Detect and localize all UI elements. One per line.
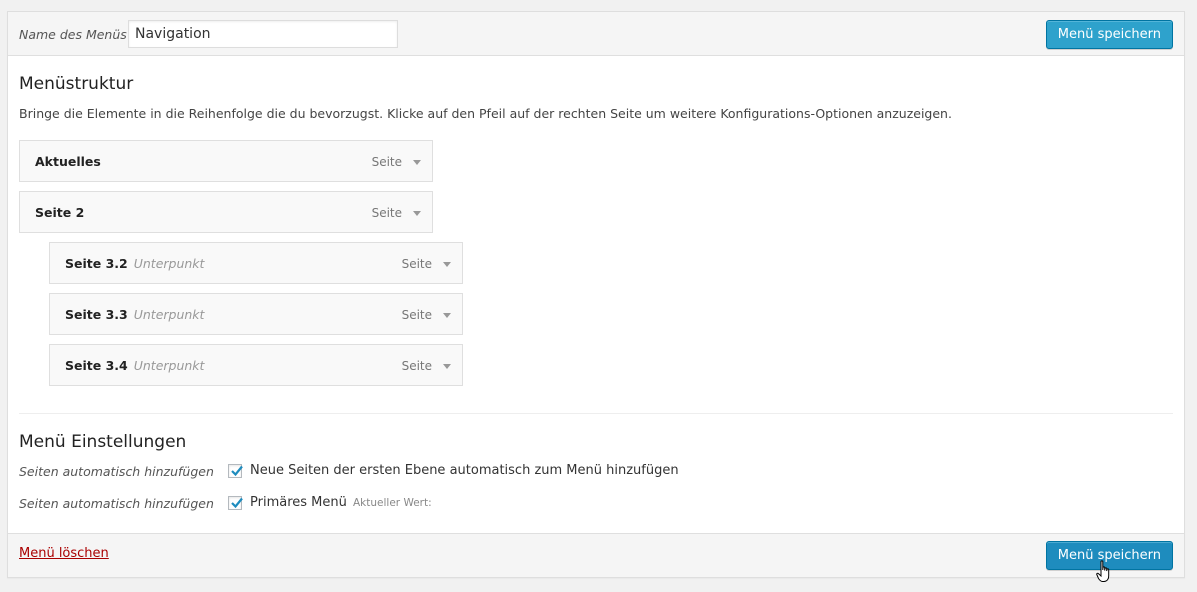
menu-footer: Menü löschen Menü speichern (8, 533, 1184, 577)
save-menu-button-top[interactable]: Menü speichern (1045, 20, 1173, 49)
primary-menu-checkbox[interactable] (228, 496, 243, 510)
current-value-note: Aktueller Wert: (353, 497, 432, 509)
menu-edit-panel: Name des Menüs Menü speichern Menüstrukt… (7, 11, 1185, 578)
menu-item-type: Seite (401, 359, 432, 373)
menu-item-title-text: Aktuelles (35, 154, 101, 169)
menu-body: Menüstruktur Bringe die Elemente in die … (8, 57, 1184, 533)
menu-item-title: Seite 3.2 Unterpunkt (65, 256, 204, 271)
menu-item[interactable]: Seite 3.2 Unterpunkt Seite (49, 242, 463, 284)
menu-item-title-text: Seite 3.4 (65, 358, 128, 373)
menu-name-label: Name des Menüs (19, 27, 127, 42)
menu-settings-title: Menü Einstellungen (19, 432, 187, 452)
delete-menu-link[interactable]: Menü löschen (19, 546, 109, 561)
menu-name-input[interactable] (128, 20, 398, 48)
auto-add-pages-checkbox[interactable] (228, 464, 243, 478)
menu-header: Name des Menüs Menü speichern (8, 12, 1184, 56)
menu-item-title-text: Seite 3.2 (65, 256, 128, 271)
menu-item-title-text: Seite 2 (35, 205, 85, 220)
section-divider (19, 413, 1173, 414)
checkmark-icon (231, 497, 243, 509)
menu-item-title: Aktuelles (35, 154, 101, 169)
menu-item[interactable]: Seite 3.3 Unterpunkt Seite (49, 293, 463, 335)
menu-item[interactable]: Aktuelles Seite (19, 140, 433, 182)
menu-structure-title: Menüstruktur (19, 74, 134, 94)
menu-structure-instructions: Bringe die Elemente in die Reihenfolge d… (19, 106, 952, 121)
primary-menu-label: Primäres Menü (250, 495, 347, 510)
triangle-down-icon[interactable] (410, 155, 424, 169)
menu-item-subitem-label: Unterpunkt (133, 307, 205, 322)
setting-label: Seiten automatisch hinzufügen (19, 496, 214, 511)
menu-item-type: Seite (401, 308, 432, 322)
auto-add-pages-text: Neue Seiten der ersten Ebene automatisch… (250, 463, 679, 478)
menu-item-subitem-label: Unterpunkt (133, 358, 205, 373)
checkmark-icon (231, 465, 243, 477)
triangle-down-icon[interactable] (440, 257, 454, 271)
menu-item[interactable]: Seite 3.4 Unterpunkt Seite (49, 344, 463, 386)
triangle-down-icon[interactable] (440, 308, 454, 322)
menu-item-title: Seite 2 (35, 205, 84, 220)
menu-item-subitem-label: Unterpunkt (133, 256, 205, 271)
setting-row-auto-add: Seiten automatisch hinzufügen Neue Seite… (19, 462, 1173, 482)
menu-item-title: Seite 3.4 Unterpunkt (65, 358, 204, 373)
menu-item-type: Seite (371, 155, 402, 169)
primary-menu-text: Primäres Menü Aktueller Wert: (250, 495, 432, 510)
menu-item-title-text: Seite 3.3 (65, 307, 128, 322)
menu-item-type: Seite (401, 257, 432, 271)
setting-label: Seiten automatisch hinzufügen (19, 464, 214, 479)
menu-item[interactable]: Seite 2 Seite (19, 191, 433, 233)
menu-item-title: Seite 3.3 Unterpunkt (65, 307, 204, 322)
setting-row-location: Seiten automatisch hinzufügen Primäres M… (19, 494, 1173, 514)
triangle-down-icon[interactable] (410, 206, 424, 220)
menu-item-type: Seite (371, 206, 402, 220)
hand-pointer-icon (1096, 560, 1114, 588)
triangle-down-icon[interactable] (440, 359, 454, 373)
